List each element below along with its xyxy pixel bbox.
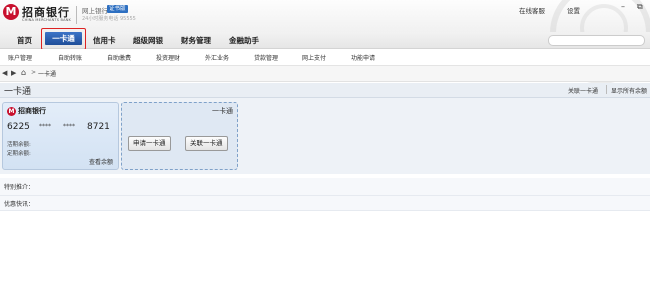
- subnav-payment[interactable]: 自助缴费: [107, 53, 131, 62]
- breadcrumb-separator: >: [31, 69, 37, 76]
- minimize-icon[interactable]: –: [621, 2, 625, 11]
- card-bank-name: 招商银行: [18, 106, 46, 115]
- current-balance-label: 活期余额:: [7, 142, 31, 148]
- forward-arrow-icon[interactable]: ▶: [11, 69, 16, 77]
- debit-card[interactable]: M 招商银行 6225 **** **** 8721 活期余额: 定期余额: 查…: [2, 102, 119, 170]
- associate-card-button[interactable]: 关联一卡通: [185, 136, 228, 151]
- section-title: 一卡通: [4, 87, 32, 97]
- associate-card-link[interactable]: 关联一卡通: [568, 86, 598, 95]
- breadcrumb-current: 一卡通: [38, 71, 57, 78]
- bank-name-en: CHINA MERCHANTS BANK: [22, 18, 71, 22]
- card-area: M 招商银行 6225 **** **** 8721 活期余额: 定期余额: 查…: [0, 98, 650, 174]
- subnav-online-pay[interactable]: 网上支付: [302, 53, 326, 62]
- card-number-mask2: ****: [63, 123, 75, 130]
- nav-yikatong[interactable]: 一卡通: [45, 32, 82, 45]
- service-hotline: 24小时服务电话 95555: [82, 16, 136, 22]
- nav-credit-card[interactable]: 信用卡: [93, 35, 116, 46]
- card-bank-logo-icon: M: [7, 107, 16, 116]
- show-all-balance-link[interactable]: 显示所有余额: [611, 86, 647, 95]
- app-subtitle: 网上银行: [82, 7, 108, 15]
- settings-link[interactable]: 设置: [567, 5, 580, 15]
- nav-wealth[interactable]: 财务管理: [181, 35, 211, 46]
- nav-home[interactable]: 首页: [17, 35, 32, 46]
- add-card-panel: 一卡通 申请一卡通 关联一卡通: [121, 102, 238, 170]
- search-input[interactable]: [548, 35, 645, 46]
- breadcrumb: ◀ ▶ ⌂ > 一卡通: [0, 66, 650, 82]
- nav-finance-helper[interactable]: 金融助手: [229, 35, 259, 46]
- recommend-row: 特别推介：: [0, 178, 650, 196]
- apply-card-button[interactable]: 申请一卡通: [128, 136, 171, 151]
- subnav-investment[interactable]: 投资理财: [156, 53, 180, 62]
- link-divider: [606, 85, 607, 94]
- promotion-label: 优惠快讯：: [4, 201, 35, 208]
- subnav-loan[interactable]: 贷款管理: [254, 53, 278, 62]
- online-service-link[interactable]: 在线客服: [519, 5, 545, 15]
- query-balance-link[interactable]: 查看余额: [89, 157, 113, 166]
- promotion-row: 优惠快讯：: [0, 196, 650, 211]
- subnav-transfer[interactable]: 自助转账: [58, 53, 82, 62]
- nav-super-bank[interactable]: 超级网银: [133, 35, 163, 46]
- sub-nav: 账户管理 自助转账 自助缴费 投资理财 外汇业务 贷款管理 网上支付 功能申请: [0, 49, 650, 66]
- bank-logo-icon: M: [3, 4, 19, 20]
- card-number-part1: 6225: [7, 122, 30, 132]
- subnav-account-mgmt[interactable]: 账户管理: [8, 53, 32, 62]
- section-header: 一卡通 关联一卡通 显示所有余额: [0, 83, 650, 98]
- restore-icon[interactable]: ⧉: [637, 2, 643, 12]
- subnav-forex[interactable]: 外汇业务: [205, 53, 229, 62]
- home-icon[interactable]: ⌂: [21, 68, 26, 77]
- cert-badge: 证书版: [107, 5, 128, 13]
- card-number-part4: 8721: [87, 122, 110, 132]
- fixed-balance-label: 定期余额:: [7, 151, 31, 157]
- back-arrow-icon[interactable]: ◀: [2, 69, 7, 77]
- add-card-title: 一卡通: [212, 107, 233, 115]
- header-divider: [76, 6, 77, 24]
- app-header: M 招商银行 CHINA MERCHANTS BANK 网上银行 证书版 24小…: [0, 0, 650, 84]
- subnav-feature-apply[interactable]: 功能申请: [351, 53, 375, 62]
- card-number-mask1: ****: [39, 123, 51, 130]
- recommend-label: 特别推介：: [4, 184, 35, 191]
